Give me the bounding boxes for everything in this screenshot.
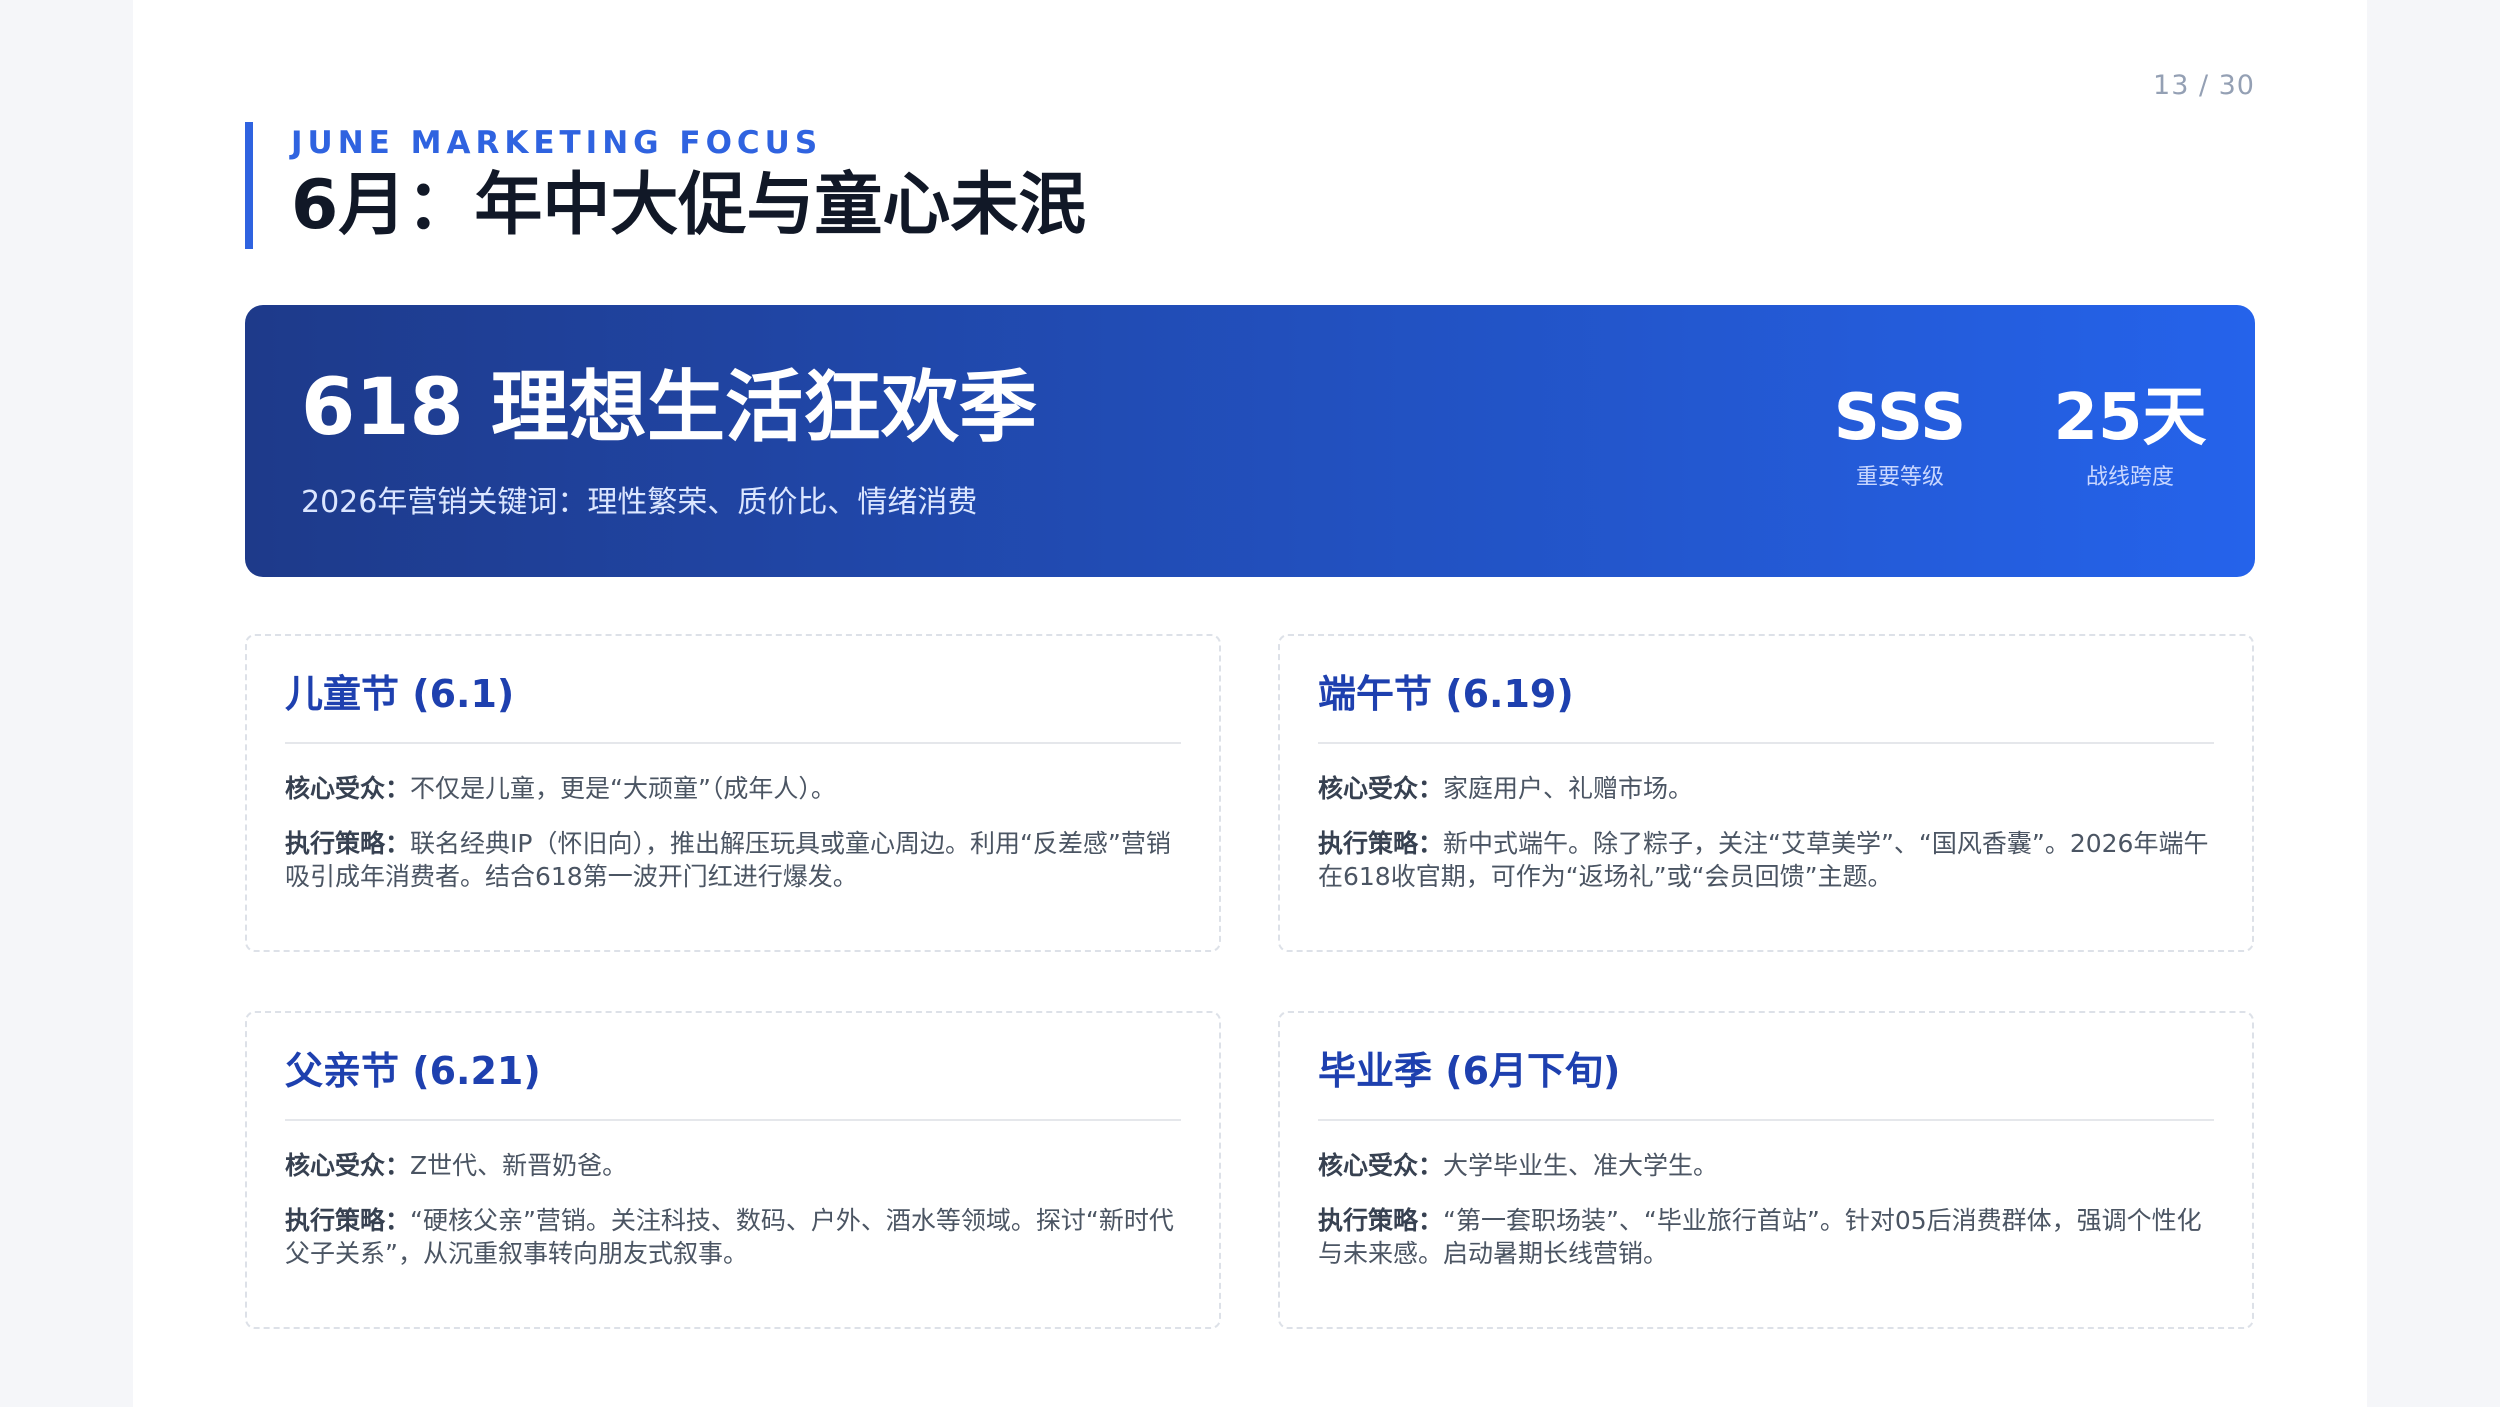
card-strategy: 执行策略：“第一套职场装”、“毕业旅行首站”。针对05后消费群体，强调个性化与未… (1318, 1204, 2214, 1270)
banner-subtitle: 2026年营销关键词：理性繁荣、质价比、情绪消费 (301, 485, 978, 520)
hero-banner: 618 理想生活狂欢季 2026年营销关键词：理性繁荣、质价比、情绪消费 SSS… (245, 305, 2255, 577)
strategy-text: 新中式端午。除了粽子，关注“艾草美学”、“国风香囊”。2026年端午在618收官… (1318, 829, 2209, 891)
card-graduation: 毕业季 (6月下旬) 核心受众：大学毕业生、准大学生。 执行策略：“第一套职场装… (1278, 1011, 2254, 1329)
card-title: 儿童节 (6.1) (285, 672, 515, 716)
audience-label: 核心受众： (1318, 774, 1444, 803)
stat-value: 25天 (2053, 381, 2207, 455)
strategy-label: 执行策略： (285, 829, 411, 858)
card-divider (1318, 742, 2214, 744)
strategy-label: 执行策略： (285, 1206, 411, 1235)
strategy-text: “硬核父亲”营销。关注科技、数码、户外、酒水等领域。探讨“新时代父子关系”，从沉… (285, 1206, 1174, 1268)
stat-label: 重要等级 (1855, 465, 1944, 490)
card-strategy: 执行策略：新中式端午。除了粽子，关注“艾草美学”、“国风香囊”。2026年端午在… (1318, 827, 2214, 893)
banner-title: 618 理想生活狂欢季 (301, 363, 1037, 453)
card-title: 端午节 (6.19) (1318, 672, 1574, 716)
stat-duration: 25天 战线跨度 (2035, 383, 2225, 491)
stat-label: 战线跨度 (2085, 465, 2174, 490)
card-audience: 核心受众：大学毕业生、准大学生。 (1318, 1149, 2214, 1182)
stat-value: SSS (1833, 381, 1967, 455)
page-title: 6月：年中大促与童心未泯 (291, 166, 1087, 245)
card-title: 父亲节 (6.21) (285, 1049, 541, 1093)
card-audience: 核心受众：不仅是儿童，更是“大顽童”（成年人）。 (285, 772, 1181, 805)
card-divider (285, 742, 1181, 744)
title-block: JUNE MARKETING FOCUS 6月：年中大促与童心未泯 (245, 122, 1086, 249)
card-strategy: 执行策略：“硬核父亲”营销。关注科技、数码、户外、酒水等领域。探讨“新时代父子关… (285, 1204, 1181, 1270)
strategy-text: “第一套职场装”、“毕业旅行首站”。针对05后消费群体，强调个性化与未来感。启动… (1318, 1206, 2202, 1268)
stat-importance: SSS 重要等级 (1830, 383, 1970, 491)
card-divider (285, 1119, 1181, 1121)
card-divider (1318, 1119, 2214, 1121)
card-childrens-day: 儿童节 (6.1) 核心受众：不仅是儿童，更是“大顽童”（成年人）。 执行策略：… (245, 634, 1221, 952)
slide: 13 / 30 JUNE MARKETING FOCUS 6月：年中大促与童心未… (133, 0, 2367, 1407)
card-title: 毕业季 (6月下旬) (1318, 1049, 1621, 1093)
card-strategy: 执行策略：联名经典IP（怀旧向），推出解压玩具或童心周边。利用“反差感”营销吸引… (285, 827, 1181, 893)
strategy-text: 联名经典IP（怀旧向），推出解压玩具或童心周边。利用“反差感”营销吸引成年消费者… (285, 829, 1171, 891)
strategy-label: 执行策略： (1318, 1206, 1444, 1235)
audience-text: 大学毕业生、准大学生。 (1443, 1151, 1719, 1180)
card-audience: 核心受众：Z世代、新晋奶爸。 (285, 1149, 1181, 1182)
card-fathers-day: 父亲节 (6.21) 核心受众：Z世代、新晋奶爸。 执行策略：“硬核父亲”营销。… (245, 1011, 1221, 1329)
card-dragon-boat: 端午节 (6.19) 核心受众：家庭用户、礼赠市场。 执行策略：新中式端午。除了… (1278, 634, 2254, 952)
audience-text: Z世代、新晋奶爸。 (410, 1151, 628, 1180)
section-kicker: JUNE MARKETING FOCUS (291, 125, 823, 161)
strategy-label: 执行策略： (1318, 829, 1444, 858)
audience-label: 核心受众： (1318, 1151, 1444, 1180)
card-audience: 核心受众：家庭用户、礼赠市场。 (1318, 772, 2214, 805)
page-number: 13 / 30 (2153, 70, 2255, 101)
audience-text: 不仅是儿童，更是“大顽童”（成年人）。 (410, 774, 836, 803)
audience-text: 家庭用户、礼赠市场。 (1443, 774, 1694, 803)
audience-label: 核心受众： (285, 774, 411, 803)
audience-label: 核心受众： (285, 1151, 411, 1180)
